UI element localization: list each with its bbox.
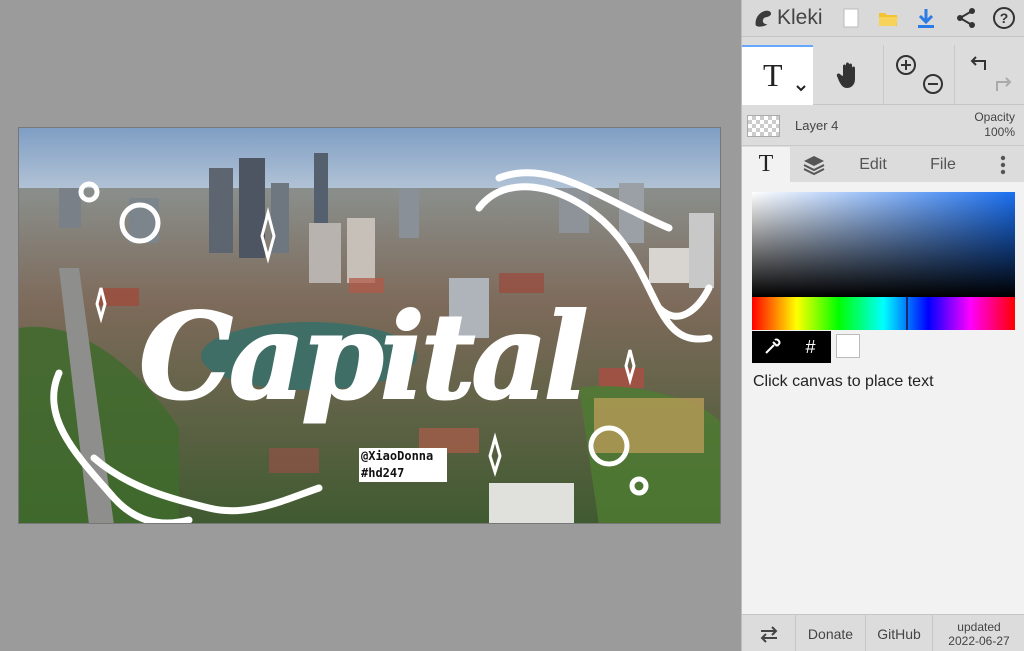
changelog-link[interactable]: updated 2022-06-27 xyxy=(933,615,1024,651)
canvas-area[interactable]: Capital @XiaoDonna #hd247 xyxy=(0,0,741,651)
undo-icon[interactable] xyxy=(966,54,990,74)
eyedropper-button[interactable] xyxy=(752,331,791,363)
drawing-canvas[interactable]: Capital @XiaoDonna #hd247 xyxy=(18,127,721,524)
color-hue-slider[interactable] xyxy=(752,297,1015,330)
more-menu-button[interactable] xyxy=(988,147,1018,182)
text-tool-glyph: T xyxy=(763,57,783,93)
zoom-in-icon[interactable] xyxy=(895,54,917,76)
bottom-bar: Donate GitHub updated 2022-06-27 xyxy=(742,614,1024,651)
credit-line-1: @XiaoDonna xyxy=(361,449,433,463)
kleki-logo-icon xyxy=(755,10,772,27)
hue-slider-handle[interactable] xyxy=(906,297,908,330)
color-saturation-value-area[interactable] xyxy=(752,192,1015,297)
opacity-value: 100% xyxy=(984,125,1015,139)
canvas-title-text: Capital xyxy=(139,287,586,426)
share-icon[interactable] xyxy=(953,5,979,31)
open-folder-icon[interactable] xyxy=(875,5,901,31)
top-toolbar: Kleki ? xyxy=(742,0,1024,37)
sidebar: Kleki ? T Layer 4 Opacity 100% T Edit Fi… xyxy=(741,0,1024,651)
chevron-down-icon[interactable] xyxy=(795,83,807,93)
tab-tool-settings[interactable]: T xyxy=(742,147,790,182)
current-color-swatch[interactable] xyxy=(836,334,860,358)
eyedropper-icon xyxy=(764,338,780,354)
history-controls xyxy=(956,45,1024,105)
zoom-controls xyxy=(885,45,955,105)
tab-edit[interactable]: Edit xyxy=(842,147,904,182)
text-tool-button[interactable]: T xyxy=(742,45,813,105)
tab-layers[interactable] xyxy=(790,147,838,182)
color-picker-tools: # xyxy=(752,331,831,363)
opacity-label: Opacity xyxy=(974,110,1015,124)
swap-layout-button[interactable] xyxy=(742,615,796,651)
hex-input-button[interactable]: # xyxy=(791,331,830,363)
text-tool-hint: Click canvas to place text xyxy=(753,373,934,390)
field xyxy=(594,398,704,453)
hand-icon xyxy=(836,62,855,88)
hand-tool-button[interactable] xyxy=(814,45,884,105)
updated-label: updated xyxy=(957,619,1001,634)
tab-file[interactable]: File xyxy=(912,147,974,182)
more-vertical-icon xyxy=(1000,155,1006,174)
panel-tabs: T Edit File xyxy=(742,147,1024,182)
layer-row[interactable]: Layer 4 Opacity 100% xyxy=(742,106,1024,146)
city-sky xyxy=(19,128,720,198)
help-icon[interactable]: ? xyxy=(991,5,1017,31)
layer-opacity[interactable]: Opacity 100% xyxy=(974,110,1015,140)
credit-line-2: #hd247 xyxy=(361,466,404,480)
zoom-out-icon[interactable] xyxy=(922,73,944,95)
layers-icon xyxy=(803,155,825,175)
new-image-icon[interactable] xyxy=(838,5,864,31)
redo-icon[interactable] xyxy=(992,75,1016,95)
github-link[interactable]: GitHub xyxy=(866,615,933,651)
app-logo[interactable]: Kleki xyxy=(752,5,823,31)
tool-row: T xyxy=(742,45,1024,105)
donate-link[interactable]: Donate xyxy=(796,615,866,651)
layer-name: Layer 4 xyxy=(795,118,839,133)
svg-text:?: ? xyxy=(1000,10,1009,26)
tool-settings-panel: # Click canvas to place text xyxy=(742,182,1024,614)
swap-arrows-icon xyxy=(760,625,777,643)
download-icon[interactable] xyxy=(913,5,939,31)
layer-thumbnail xyxy=(747,115,780,137)
updated-date: 2022-06-27 xyxy=(948,633,1010,648)
app-name: Kleki xyxy=(777,6,823,29)
